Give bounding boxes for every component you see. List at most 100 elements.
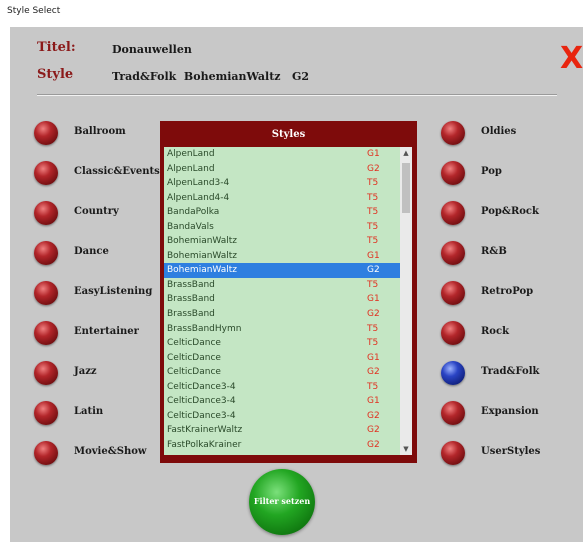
style-list-item[interactable]: CelticDance T5: [164, 336, 408, 351]
style-list-item[interactable]: BrassBand T5: [164, 278, 408, 293]
style-name: CelticDance3-4: [167, 381, 236, 392]
style-label: Style: [37, 67, 74, 82]
style-type: T5: [367, 381, 379, 392]
style-name: BrassBand: [167, 294, 215, 305]
style-name: BohemianWaltz: [167, 265, 238, 276]
style-type: G1: [367, 294, 380, 305]
style-list-item[interactable]: CelticDance3-4 T5: [164, 380, 408, 395]
style-name: CelticDance: [167, 352, 221, 363]
styles-scrollbar[interactable]: ▲ ▼: [400, 147, 412, 455]
style-name: CelticDance3-4: [167, 396, 236, 407]
style-list-item[interactable]: FastPolkaKrainer G2: [164, 438, 408, 453]
radio-icon: [34, 201, 58, 225]
style-type: T5: [367, 221, 379, 232]
style-type: G2: [367, 410, 380, 421]
radio-icon: [441, 401, 465, 425]
style-list-item[interactable]: CelticDance3-4 G1: [164, 394, 408, 409]
style-list-item[interactable]: BohemianWaltz T5: [164, 234, 408, 249]
style-list-item[interactable]: BrassBand G1: [164, 292, 408, 307]
style-list-item[interactable]: FastKrainerWaltz G2: [164, 423, 408, 438]
style-type: G1: [367, 352, 380, 363]
style-type: G2: [367, 425, 380, 436]
style-type: G2: [367, 163, 380, 174]
filter-setzen-button[interactable]: Filter setzen: [249, 469, 315, 535]
radio-selected-icon: [441, 361, 465, 385]
style-list-item[interactable]: BrassBand G2: [164, 307, 408, 322]
radio-icon: [441, 321, 465, 345]
category-label: Entertainer: [74, 326, 139, 337]
titel-label: Titel:: [37, 40, 76, 55]
header-separator: [37, 94, 557, 96]
style-list-item[interactable]: BohemianWaltz G1: [164, 249, 408, 264]
style-list-item[interactable]: BohemianWaltz G2: [164, 263, 408, 278]
category-label: Rock: [481, 326, 509, 337]
style-list-item[interactable]: BandaVals T5: [164, 220, 408, 235]
style-list-item[interactable]: AlpenLand4-4 T5: [164, 191, 408, 206]
style-list-item[interactable]: CelticDance G2: [164, 365, 408, 380]
style-name: BohemianWaltz: [167, 236, 238, 247]
style-type: T5: [367, 192, 379, 203]
style-type: G2: [367, 265, 380, 276]
style-list-item[interactable]: AlpenLand G1: [164, 147, 408, 162]
radio-icon: [441, 281, 465, 305]
category-label: Expansion: [481, 406, 539, 417]
style-list-item[interactable]: CelticDance3-4 G2: [164, 409, 408, 424]
style-name: FastKrainerWaltz: [167, 425, 243, 436]
style-type: T5: [367, 279, 379, 290]
category-label: Classic&Events: [74, 166, 160, 177]
scroll-up-icon[interactable]: ▲: [400, 147, 412, 159]
category-label: Ballroom: [74, 126, 126, 137]
titel-value: Donauwellen: [112, 43, 192, 56]
radio-icon: [441, 241, 465, 265]
style-name: CelticDance: [167, 367, 221, 378]
style-type: G1: [367, 250, 380, 261]
style-name: AlpenLand3-4: [167, 178, 230, 189]
style-name: AlpenLand4-4: [167, 192, 230, 203]
radio-icon: [34, 241, 58, 265]
radio-icon: [441, 121, 465, 145]
category-label: Movie&Show: [74, 446, 147, 457]
style-type: T5: [367, 178, 379, 189]
category-label: Oldies: [481, 126, 517, 137]
style-list-item[interactable]: AlpenLand3-4 T5: [164, 176, 408, 191]
category-label: Pop: [481, 166, 502, 177]
window-titlebar: Style Select: [0, 0, 583, 24]
style-name: BrassBand: [167, 279, 215, 290]
style-name: BandaVals: [167, 221, 214, 232]
radio-icon: [34, 121, 58, 145]
category-label: Jazz: [74, 366, 97, 377]
style-type: G2: [367, 367, 380, 378]
scroll-thumb[interactable]: [402, 163, 410, 213]
close-button[interactable]: X: [560, 44, 583, 74]
style-list-item[interactable]: BrassBandHymn T5: [164, 322, 408, 337]
category-label: R&B: [481, 246, 507, 257]
style-name: BrassBandHymn: [167, 323, 242, 334]
style-name: AlpenLand: [167, 163, 215, 174]
style-name: CelticDance: [167, 338, 221, 349]
window-title: Style Select: [7, 6, 61, 16]
style-list-item[interactable]: BandaPolka T5: [164, 205, 408, 220]
style-type: T5: [367, 236, 379, 247]
styles-list[interactable]: AlpenLand G1 AlpenLand G2 AlpenLand3-4 T5 Alpe…: [164, 147, 408, 455]
radio-icon: [441, 201, 465, 225]
radio-icon: [34, 281, 58, 305]
style-type: G1: [367, 396, 380, 407]
style-name: FastPolkaKrainer: [167, 439, 242, 450]
category-label: EasyListening: [74, 286, 153, 297]
category-label: UserStyles: [481, 446, 541, 457]
style-type: T5: [367, 323, 379, 334]
category-label: Latin: [74, 406, 104, 417]
style-name: BohemianWaltz: [167, 250, 238, 261]
style-name: AlpenLand: [167, 149, 215, 159]
category-label: Dance: [74, 246, 109, 257]
category-label: Trad&Folk: [481, 366, 540, 377]
style-type: T5: [367, 338, 379, 349]
style-list-item[interactable]: CelticDance G1: [164, 351, 408, 366]
radio-icon: [34, 161, 58, 185]
radio-icon: [34, 441, 58, 465]
style-type: G2: [367, 309, 380, 320]
style-list-item[interactable]: AlpenLand G2: [164, 162, 408, 177]
style-name: BrassBand: [167, 309, 215, 320]
radio-icon: [34, 361, 58, 385]
scroll-down-icon[interactable]: ▼: [400, 443, 412, 455]
